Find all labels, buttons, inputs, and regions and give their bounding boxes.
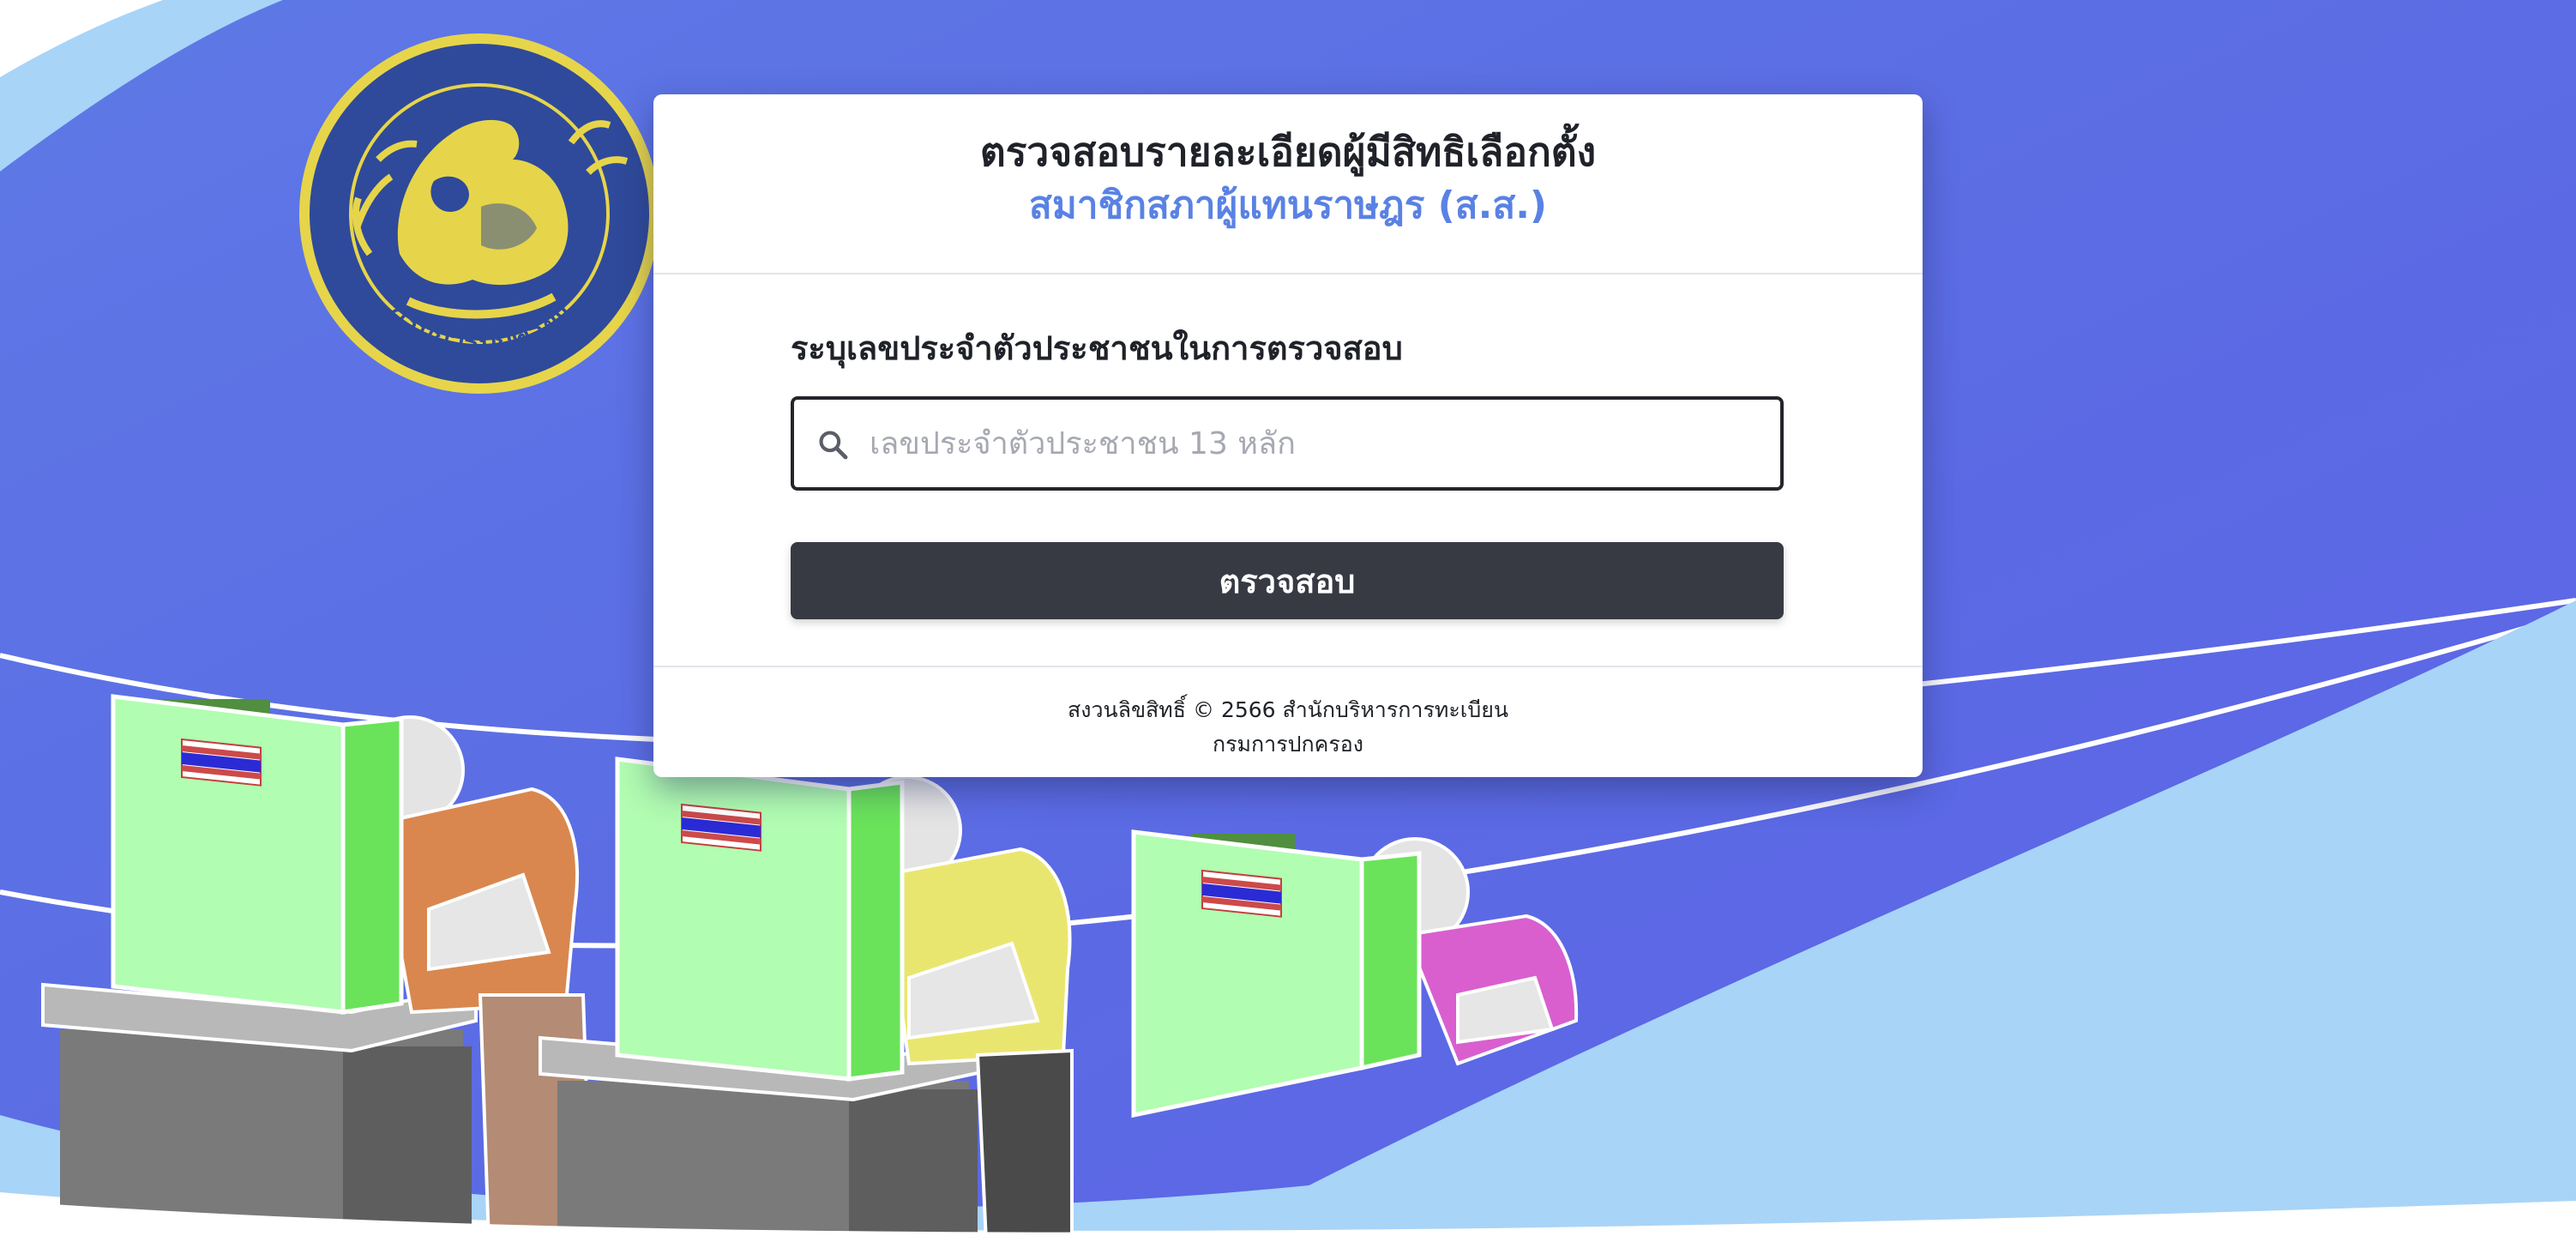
card-header: ตรวจสอบรายละเอียดผู้มีสิทธิเลือกตั้ง สมา…	[653, 94, 1923, 274]
organization-name: กรมการปกครอง	[1212, 732, 1364, 757]
page-subtitle: สมาชิกสภาผู้แทนราษฎร (ส.ส.)	[1028, 184, 1548, 227]
search-icon	[819, 431, 848, 460]
copyright-text: สงวนลิขสิทธิ์ © 2566 สำนักบริหารการทะเบี…	[1068, 697, 1508, 722]
login-card: ตรวจสอบรายละเอียดผู้มีสิทธิเลือกตั้ง สมา…	[653, 94, 1923, 777]
search-field[interactable]	[791, 396, 1784, 491]
id-input-label: ระบุเลขประจำตัวประชาชนในการตรวจสอบ	[791, 329, 1403, 367]
page-title: ตรวจสอบรายละเอียดผู้มีสิทธิเลือกตั้ง	[979, 129, 1597, 175]
card-footer: สงวนลิขสิทธิ์ © 2566 สำนักบริหารการทะเบี…	[653, 666, 1923, 777]
department-seal-logo: กรมการปกครอง	[299, 33, 659, 394]
check-button[interactable]: ตรวจสอบ	[791, 542, 1784, 619]
id-number-input[interactable]	[859, 400, 1768, 487]
